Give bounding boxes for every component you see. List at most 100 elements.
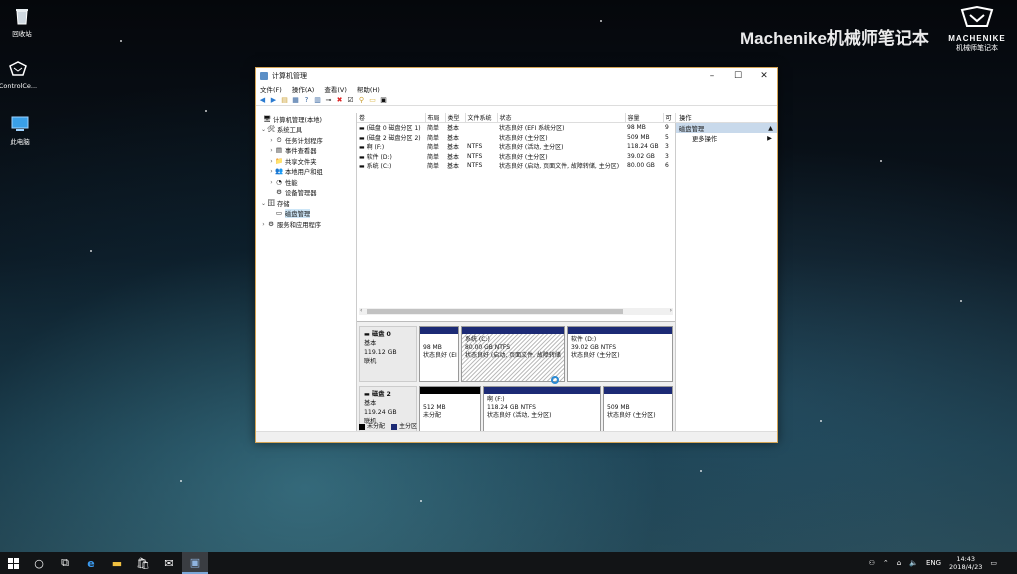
people-icon[interactable]: ⚇ <box>869 559 875 567</box>
properties-icon[interactable]: ▥ <box>313 96 322 104</box>
table-row[interactable]: ▬ 软件 (D:) 简单 基本 NTFS 状态良好 (主分区) 39.02 GB… <box>357 152 675 162</box>
computer-icon: 🖥 <box>263 114 272 123</box>
network-icon[interactable]: ⌂ <box>897 559 901 567</box>
cell-volume-text: 系统 (C:) <box>366 163 392 171</box>
desktop-icon-this-pc[interactable]: 此电脑 <box>0 114 42 146</box>
taskbar-edge[interactable]: e <box>78 552 104 574</box>
brand-logo: MACHENIKE 机械师笔记本 <box>942 5 1012 53</box>
partition-system-c[interactable]: 系统 (C:) 80.00 GB NTFS 状态良好 (启动, 页面文件, 故障… <box>461 326 565 382</box>
column-header-type[interactable]: 类型 <box>445 113 466 123</box>
tree-arrow[interactable]: › <box>268 168 275 175</box>
tree-arrow[interactable]: ⌄ <box>260 200 267 207</box>
toolbar: ◀ ▶ ▤ ▦ ? ▥ ⊸ ✖ ☑ ⚲ ▭ ▣ <box>256 94 777 106</box>
ime-language[interactable]: ENG <box>926 559 941 567</box>
window-title: 计算机管理 <box>272 71 307 80</box>
legend-label: 主分区 <box>399 423 418 430</box>
brand-sub: 机械师笔记本 <box>956 45 998 52</box>
notifications-icon[interactable]: ▭ <box>990 559 997 567</box>
tree-item-local-users[interactable]: › 👥 本地用户和组 <box>256 167 356 178</box>
title-bar[interactable]: 计算机管理 – ☐ ✕ <box>256 68 777 83</box>
tree-item-shared-folders[interactable]: › 📁 共享文件夹 <box>256 156 356 167</box>
close-button[interactable]: ✕ <box>751 71 777 81</box>
tree-arrow[interactable]: › <box>260 221 267 228</box>
column-header-volume[interactable]: 卷 <box>357 113 426 123</box>
table-row[interactable]: ▬ (磁盘 0 磁盘分区 1) 简单 基本 状态良好 (EFI 系统分区) 98… <box>357 123 675 133</box>
connect-icon[interactable]: ⊸ <box>324 96 333 104</box>
tree-item-device-manager[interactable]: ⚙ 设备管理器 <box>256 188 356 199</box>
taskbar-computer-management[interactable]: ▣ <box>182 552 208 574</box>
table-row[interactable]: ▬ 啊 (F:) 简单 基本 NTFS 状态良好 (活动, 主分区) 118.2… <box>357 142 675 152</box>
tree-item-performance[interactable]: › ◔ 性能 <box>256 177 356 188</box>
maximize-button[interactable]: ☐ <box>725 71 751 81</box>
column-header-free[interactable]: 可 <box>663 113 676 123</box>
tree-label: 系统工具 <box>277 127 303 135</box>
cell-status: 状态良好 (EFI 系统分区) <box>499 125 565 133</box>
tree-item-event-viewer[interactable]: › ▤ 事件查看器 <box>256 146 356 157</box>
help-icon[interactable]: ? <box>302 96 311 104</box>
collapse-up-icon[interactable]: ▲ <box>768 125 773 132</box>
tree-arrow[interactable]: › <box>268 179 275 186</box>
tree-arrow[interactable]: › <box>268 158 275 165</box>
check-icon[interactable]: ☑ <box>346 96 355 104</box>
chevron-right-icon: ▶ <box>767 134 772 142</box>
scrollbar-thumb[interactable] <box>367 309 623 314</box>
menu-action[interactable]: 操作(A) <box>292 84 315 94</box>
menu-view[interactable]: 查看(V) <box>324 84 347 94</box>
search-icon[interactable]: ⚲ <box>357 96 366 104</box>
tree-arrow[interactable]: › <box>268 137 275 144</box>
cell-type: 基本 <box>447 134 460 142</box>
partition-title: 啊 (F:) <box>487 396 505 403</box>
clock[interactable]: 14:43 2018/4/23 <box>949 555 982 571</box>
back-arrow-icon[interactable]: ◀ <box>258 96 267 104</box>
star <box>600 20 602 22</box>
tree-item-services-apps[interactable]: › ⚙ 服务和应用程序 <box>256 219 356 230</box>
partition-title: 软件 (D:) <box>571 336 597 343</box>
busy-cursor-icon <box>551 376 559 384</box>
menu-file[interactable]: 文件(F) <box>260 84 282 94</box>
disk-label[interactable]: ▬ 磁盘 0 基本 119.12 GB 联机 <box>359 326 417 382</box>
tree-arrow[interactable]: ⌄ <box>260 126 267 133</box>
desktop-icon-recycle-bin[interactable]: 回收站 <box>0 6 44 38</box>
actions-section-disk-management[interactable]: 磁盘管理 ▲ <box>676 123 777 133</box>
column-header-layout[interactable]: 布局 <box>425 113 446 123</box>
scroll-left-icon[interactable]: ‹ <box>360 307 362 314</box>
tree-item-task-scheduler[interactable]: › ⏲ 任务计划程序 <box>256 135 356 146</box>
tree-item-storage[interactable]: ⌄ 🗄 存储 <box>256 198 356 209</box>
table-row[interactable]: ▬ (磁盘 2 磁盘分区 2) 简单 基本 状态良好 (主分区) 509 MB … <box>357 133 675 143</box>
partition-title <box>423 396 477 404</box>
table-row[interactable]: ▬ 系统 (C:) 简单 基本 NTFS 状态良好 (启动, 页面文件, 故障转… <box>357 161 675 171</box>
menu-help[interactable]: 帮助(H) <box>357 84 380 94</box>
taskbar-store[interactable]: 🛍 <box>130 552 156 574</box>
task-view-button[interactable]: ⧉ <box>52 552 78 574</box>
desktop-icon-controlcenter[interactable]: ControlCe... <box>0 60 40 90</box>
folder-icon[interactable]: ▭ <box>368 96 377 104</box>
disk-size: 119.12 GB <box>364 349 397 356</box>
partition-software-d[interactable]: 软件 (D:) 39.02 GB NTFS 状态良好 (主分区) <box>567 326 673 382</box>
column-header-capacity[interactable]: 容量 <box>625 113 664 123</box>
column-header-status[interactable]: 状态 <box>497 113 626 123</box>
horizontal-scrollbar[interactable]: ‹ › <box>359 307 673 315</box>
delete-icon[interactable]: ✖ <box>335 96 344 104</box>
storage-icon: 🗄 <box>267 198 276 207</box>
view-icon[interactable]: ▣ <box>379 96 388 104</box>
show-hide-tree-icon[interactable]: ▦ <box>291 96 300 104</box>
tree-item-system-tools[interactable]: ⌄ 🛠 系统工具 <box>256 125 356 136</box>
taskbar-mail[interactable]: ✉ <box>156 552 182 574</box>
column-header-filesystem[interactable]: 文件系统 <box>465 113 498 123</box>
cell-type: 基本 <box>447 144 460 152</box>
tree-item-root[interactable]: 🖥 计算机管理(本地) <box>256 114 356 125</box>
minimize-button[interactable]: – <box>699 71 725 81</box>
partition-efi[interactable]: 98 MB 状态良好 (EI <box>419 326 459 382</box>
volume-icon[interactable]: 🔈 <box>909 559 918 567</box>
cell-free: 5 <box>665 133 669 141</box>
chevron-up-icon[interactable]: ⌃ <box>883 559 889 567</box>
start-button[interactable] <box>0 552 26 574</box>
scroll-right-icon[interactable]: › <box>670 307 672 314</box>
tree-arrow[interactable]: › <box>268 147 275 154</box>
cortana-button[interactable]: ○ <box>26 552 52 574</box>
more-actions[interactable]: 更多操作 ▶ <box>676 133 777 143</box>
taskbar-file-explorer[interactable]: ▬ <box>104 552 130 574</box>
up-folder-icon[interactable]: ▤ <box>280 96 289 104</box>
tree-item-disk-management[interactable]: ▭ 磁盘管理 <box>256 209 356 220</box>
forward-arrow-icon[interactable]: ▶ <box>269 96 278 104</box>
